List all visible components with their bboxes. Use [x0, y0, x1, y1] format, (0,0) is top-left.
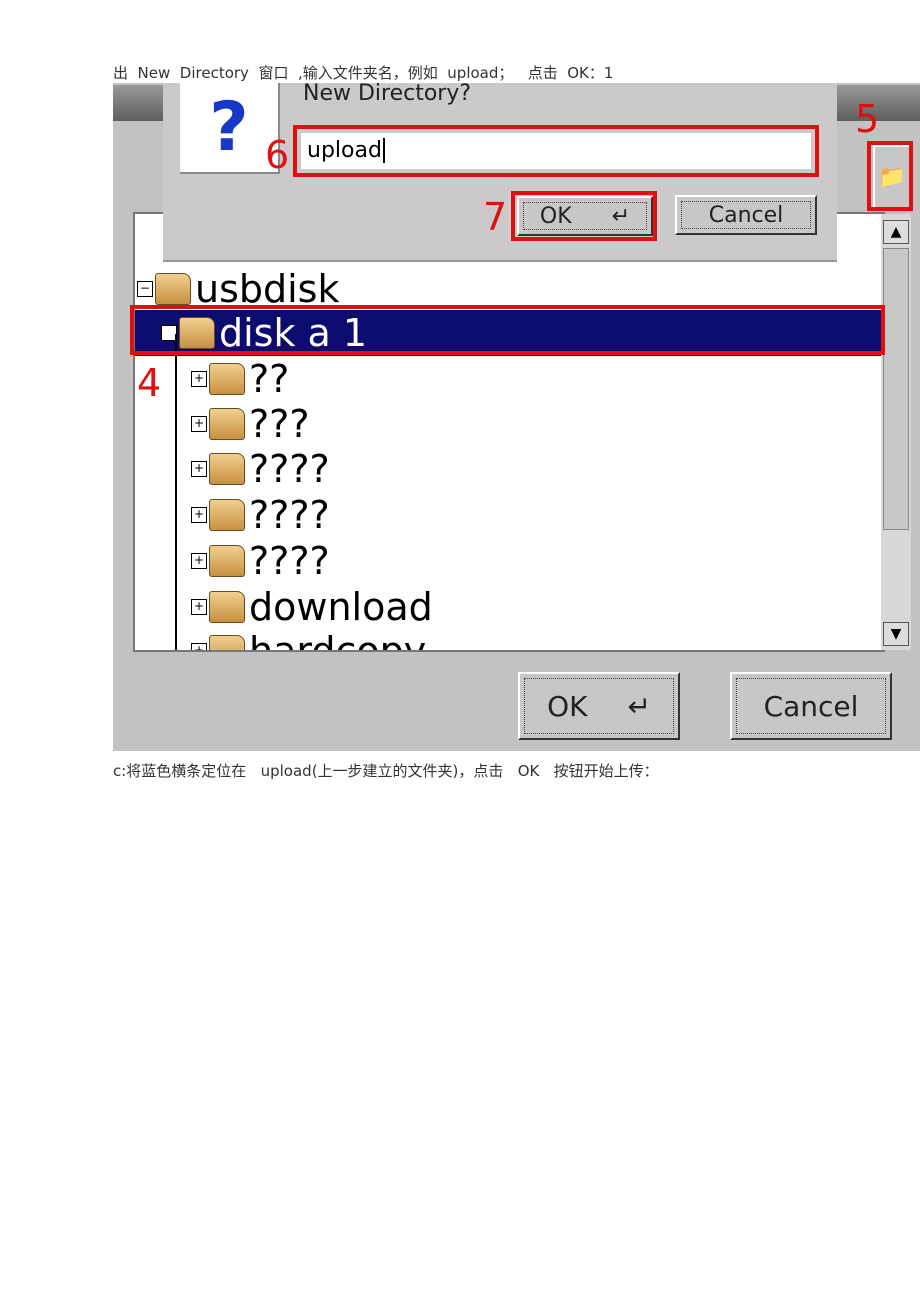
annotation-box-4	[130, 305, 885, 355]
expand-icon[interactable]: +	[191, 553, 207, 569]
scroll-thumb[interactable]	[883, 248, 909, 530]
tree-item-label: download	[249, 585, 433, 629]
new-directory-dialog: ? New Directory? upload 6 OK ↵ 7 Cancel	[163, 83, 837, 262]
tree-item-label: ????	[249, 447, 330, 491]
tree-item[interactable]: +????	[191, 446, 330, 492]
expand-icon[interactable]: +	[191, 507, 207, 523]
tree-item[interactable]: +????	[191, 538, 330, 584]
tree-item[interactable]: +????	[191, 492, 330, 538]
caption-bottom: c:将蓝色横条定位在 upload(上一步建立的文件夹)，点击 OK 按钮开始上…	[113, 762, 659, 780]
ok-button[interactable]: OK ↵	[518, 672, 680, 740]
folder-icon	[209, 453, 245, 485]
folder-icon	[209, 499, 245, 531]
folder-icon	[209, 408, 245, 440]
folder-icon	[209, 635, 245, 650]
scroll-up-icon[interactable]: ▲	[883, 220, 909, 244]
annotation-number: 5	[855, 97, 880, 141]
caption-top: 出 New Directory 窗口 ,输入文件夹名，例如 upload； 点击…	[113, 64, 614, 82]
tree-item-label: ????	[249, 539, 330, 583]
folder-icon	[209, 545, 245, 577]
scroll-down-icon[interactable]: ▼	[883, 622, 909, 646]
expand-icon[interactable]: +	[191, 371, 207, 387]
tree-item[interactable]: + download	[191, 584, 433, 630]
expand-icon[interactable]: +	[191, 643, 207, 650]
annotation-number: 6	[265, 133, 290, 177]
annotation-box-6	[293, 125, 819, 177]
tree-item-label: ???	[249, 402, 310, 446]
folder-icon	[155, 273, 191, 305]
cancel-button[interactable]: Cancel	[730, 672, 892, 740]
annotation-number: 4	[137, 361, 162, 405]
dialog-title: New Directory?	[303, 83, 472, 106]
tree-line	[175, 334, 177, 650]
directory-tree[interactable]: − usbdisk + disk a 1 +?? +??? +???? +???? …	[133, 212, 885, 652]
folder-icon	[209, 591, 245, 623]
annotation-box-7	[511, 191, 657, 241]
expand-icon[interactable]: +	[191, 599, 207, 615]
screenshot: − usbdisk + disk a 1 +?? +??? +???? +???? …	[113, 83, 920, 751]
collapse-icon[interactable]: −	[137, 281, 153, 297]
tree-item[interactable]: + hardcopy	[191, 628, 427, 652]
expand-icon[interactable]: +	[191, 416, 207, 432]
annotation-box-5	[867, 141, 913, 211]
scrollbar[interactable]: ▲ ▼	[881, 214, 911, 650]
tree-item-label: ????	[249, 493, 330, 537]
annotation-number: 7	[483, 195, 508, 239]
tree-item[interactable]: +???	[191, 401, 310, 447]
tree-item[interactable]: +??	[191, 356, 289, 402]
folder-icon	[209, 363, 245, 395]
tree-item-label: hardcopy	[249, 629, 427, 652]
expand-icon[interactable]: +	[191, 461, 207, 477]
dialog-cancel-button[interactable]: Cancel	[675, 195, 817, 235]
tree-item-label: ??	[249, 357, 290, 401]
